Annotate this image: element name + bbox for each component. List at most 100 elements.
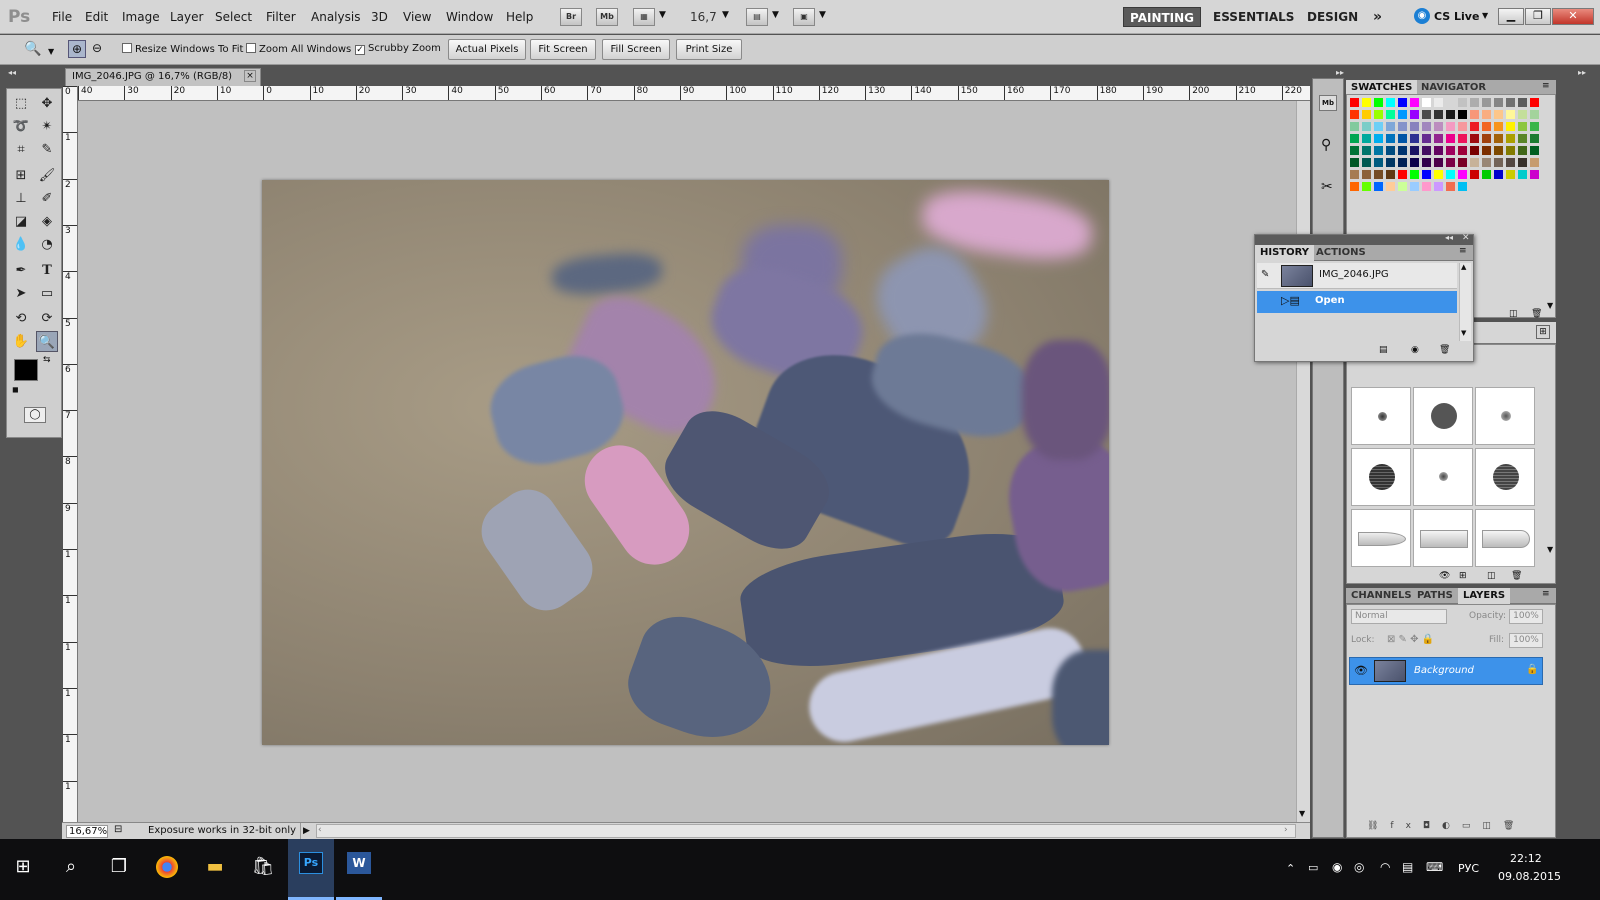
color-swatch[interactable] (1350, 98, 1359, 107)
cs-live-menu[interactable]: CS Live (1434, 10, 1479, 23)
wifi-icon[interactable]: ◠ (1380, 860, 1390, 874)
color-swatch[interactable] (1446, 182, 1455, 191)
brush-options-icon[interactable]: ⊞ (1536, 325, 1550, 339)
zoom-in-icon[interactable]: ⊕ (68, 40, 86, 58)
show-hidden-icons-icon[interactable]: ⌃ (1286, 862, 1295, 875)
color-swatch[interactable] (1386, 98, 1395, 107)
menu-image[interactable]: Image (122, 10, 160, 24)
chevron-down-icon[interactable]: ▼ (819, 10, 826, 20)
panel-menu-icon[interactable]: ≡ (1542, 589, 1550, 599)
delete-brush-icon[interactable]: 🗑 (1511, 571, 1522, 581)
color-swatch[interactable] (1410, 146, 1419, 155)
color-swatch[interactable] (1506, 134, 1515, 143)
toggle-brush-panel-icon[interactable]: 👁 (1439, 571, 1450, 581)
lock-pixels-icon[interactable]: ⊠ ✎ ✥ 🔒 (1387, 634, 1434, 645)
vertical-scrollbar[interactable]: ▼ (1296, 101, 1310, 822)
color-swatch[interactable] (1374, 182, 1383, 191)
chevron-down-icon[interactable]: ▼ (722, 10, 729, 20)
color-swatch[interactable] (1350, 134, 1359, 143)
scroll-down-icon[interactable]: ▼ (1547, 545, 1553, 554)
color-swatch[interactable] (1386, 122, 1395, 131)
layer-name[interactable]: Background (1414, 665, 1474, 676)
color-swatch[interactable] (1410, 170, 1419, 179)
clone-stamp-tool-icon[interactable]: ⊥ (10, 188, 32, 209)
color-swatch[interactable] (1470, 98, 1479, 107)
color-swatch[interactable] (1482, 170, 1491, 179)
color-swatch[interactable] (1506, 158, 1515, 167)
color-swatch[interactable] (1410, 182, 1419, 191)
menu-analysis[interactable]: Analysis (311, 10, 360, 24)
chevron-down-icon[interactable]: ▼ (659, 10, 666, 20)
type-tool-icon[interactable]: T (36, 260, 58, 281)
color-swatch[interactable] (1374, 134, 1383, 143)
color-swatch[interactable] (1482, 146, 1491, 155)
color-swatch[interactable] (1422, 122, 1431, 131)
delete-state-icon[interactable]: 🗑 (1439, 345, 1450, 355)
brush-preset[interactable] (1351, 387, 1411, 445)
color-swatch[interactable] (1458, 122, 1467, 131)
minimize-button[interactable]: ▁ (1498, 8, 1524, 25)
fill-field[interactable]: 100% (1509, 633, 1543, 648)
brush-preset[interactable] (1413, 448, 1473, 506)
eye-icon[interactable]: 👁 (1354, 664, 1368, 677)
color-swatch[interactable] (1530, 98, 1539, 107)
paint-bucket-tool-icon[interactable]: ◈ (36, 211, 58, 232)
brush-preset[interactable] (1475, 509, 1535, 567)
panel-menu-icon[interactable]: ≡ (1542, 81, 1550, 91)
expand-panels-icon[interactable]: ▸▸ (1336, 68, 1344, 77)
tab-paths[interactable]: PATHS (1412, 588, 1458, 604)
clone-source-panel-icon[interactable]: ⚲ (1321, 137, 1331, 153)
color-swatch[interactable] (1530, 158, 1539, 167)
brush-preset[interactable] (1475, 448, 1535, 506)
menu-filter[interactable]: Filter (266, 10, 296, 24)
3d-orbit-tool-icon[interactable]: ⟳ (36, 308, 58, 329)
color-swatch[interactable] (1350, 158, 1359, 167)
workspace-essentials[interactable]: ESSENTIALS (1207, 7, 1300, 27)
search-icon[interactable]: ⌕ (56, 852, 86, 882)
dodge-tool-icon[interactable]: ◔ (36, 234, 58, 255)
color-swatch[interactable] (1410, 134, 1419, 143)
layer-row-background[interactable]: 👁 Background 🔒 (1349, 657, 1543, 685)
color-swatch[interactable] (1518, 170, 1527, 179)
color-swatch[interactable] (1482, 110, 1491, 119)
color-swatch[interactable] (1446, 110, 1455, 119)
workspace-painting[interactable]: PAINTING (1123, 7, 1202, 27)
brush-preset[interactable] (1413, 509, 1473, 567)
print-size-button[interactable]: Print Size (676, 39, 742, 60)
color-swatch[interactable] (1422, 158, 1431, 167)
color-swatch[interactable] (1518, 122, 1527, 131)
color-swatch[interactable] (1422, 146, 1431, 155)
word-taskbar-button[interactable]: W (336, 839, 382, 900)
color-swatch[interactable] (1446, 134, 1455, 143)
color-swatch[interactable] (1470, 110, 1479, 119)
color-swatch[interactable] (1398, 110, 1407, 119)
history-brush-tool-icon[interactable]: ✐ (36, 188, 58, 209)
menu-layer[interactable]: Layer (170, 10, 203, 24)
screen-mode-icon[interactable]: ▣ (793, 8, 815, 26)
mini-bridge-button[interactable]: Mb (596, 8, 618, 26)
cs-live-icon[interactable]: ◉ (1414, 8, 1430, 24)
document-image[interactable] (262, 180, 1109, 745)
color-swatch[interactable] (1434, 110, 1443, 119)
color-swatch[interactable] (1470, 170, 1479, 179)
scroll-right-icon[interactable]: › (1284, 825, 1288, 835)
color-swatch[interactable] (1422, 98, 1431, 107)
color-swatch[interactable] (1530, 134, 1539, 143)
color-swatch[interactable] (1446, 98, 1455, 107)
color-swatch[interactable] (1470, 146, 1479, 155)
color-swatch[interactable] (1518, 134, 1527, 143)
color-swatch[interactable] (1434, 98, 1443, 107)
panel-menu-icon[interactable]: ≡ (1459, 246, 1467, 256)
menu-window[interactable]: Window (446, 10, 493, 24)
zoom-tool-preset-icon[interactable]: 🔍 (24, 41, 41, 57)
color-swatch[interactable] (1458, 110, 1467, 119)
arrange-documents-icon[interactable]: ▤ (746, 8, 768, 26)
quick-mask-icon[interactable]: ◯ (24, 407, 46, 423)
color-swatch[interactable] (1374, 122, 1383, 131)
brush-preset[interactable] (1413, 387, 1473, 445)
close-document-icon[interactable]: × (244, 70, 256, 82)
color-swatch[interactable] (1518, 110, 1527, 119)
history-scrollbar[interactable]: ▲ ▼ (1459, 263, 1471, 341)
color-swatch[interactable] (1350, 146, 1359, 155)
color-swatch[interactable] (1398, 98, 1407, 107)
